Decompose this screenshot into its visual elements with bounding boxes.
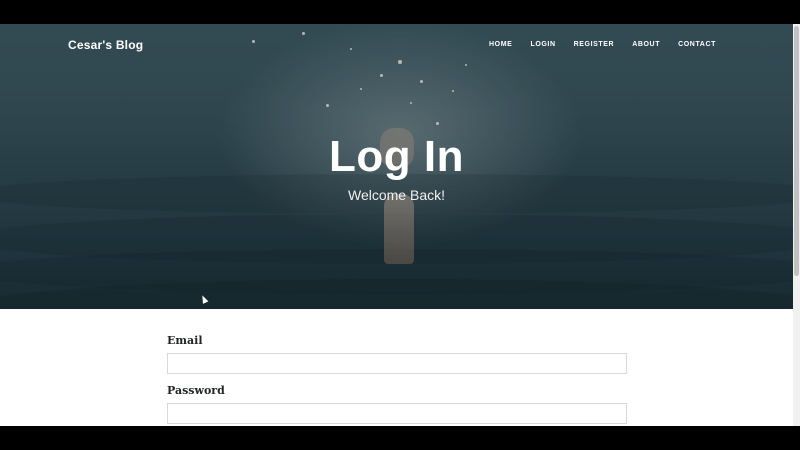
nav-about[interactable]: ABOUT: [632, 41, 660, 48]
nav-register[interactable]: REGISTER: [574, 41, 615, 48]
password-field[interactable]: [167, 403, 627, 424]
scrollbar-thumb[interactable]: [794, 26, 799, 276]
nav-contact[interactable]: CONTACT: [678, 41, 716, 48]
scrollbar[interactable]: [793, 24, 800, 426]
hero-header: Cesar's Blog HOME LOGIN REGISTER ABOUT C…: [0, 24, 793, 309]
screen: Cesar's Blog HOME LOGIN REGISTER ABOUT C…: [0, 0, 800, 450]
nav-login[interactable]: LOGIN: [530, 41, 555, 48]
page-subtitle: Welcome Back!: [348, 187, 445, 203]
navbar: Cesar's Blog HOME LOGIN REGISTER ABOUT C…: [0, 24, 793, 68]
login-form: Email Password: [167, 334, 627, 426]
page-title: Log In: [329, 132, 464, 181]
email-field[interactable]: [167, 353, 627, 374]
brand-logo-link[interactable]: Cesar's Blog: [68, 38, 143, 52]
email-label: Email: [167, 334, 203, 347]
browser-viewport: Cesar's Blog HOME LOGIN REGISTER ABOUT C…: [0, 24, 793, 426]
password-label: Password: [167, 384, 225, 397]
nav-links: HOME LOGIN REGISTER ABOUT CONTACT: [489, 41, 716, 48]
nav-home[interactable]: HOME: [489, 41, 512, 48]
